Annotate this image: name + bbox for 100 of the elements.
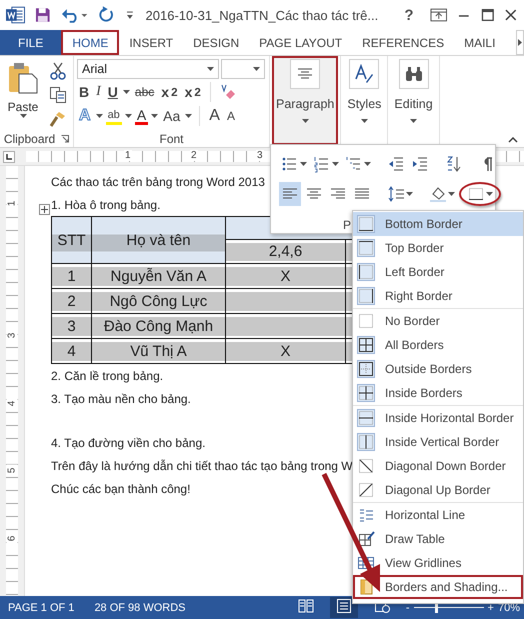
table-cell: X bbox=[226, 338, 346, 364]
table-cell: X bbox=[226, 264, 346, 288]
format-button[interactable]: I bbox=[94, 82, 103, 102]
redo-icon[interactable] bbox=[98, 6, 116, 24]
group-label: Clipboard bbox=[4, 132, 56, 146]
dialog-launcher-icon[interactable] bbox=[61, 135, 70, 143]
decrease-indent-icon bbox=[387, 155, 405, 173]
page-count[interactable]: PAGE 1 OF 1 bbox=[8, 602, 74, 614]
table-header-cell: 2,4,6 bbox=[226, 240, 346, 264]
format-button[interactable]: B bbox=[77, 82, 92, 102]
paragraph-button[interactable] bbox=[279, 182, 301, 206]
format-button[interactable]: A bbox=[224, 106, 237, 126]
zoom-in-button[interactable]: + bbox=[488, 602, 494, 614]
ribbon-tab[interactable]: MAILI bbox=[454, 30, 498, 55]
font-name-field[interactable]: Arial bbox=[77, 59, 219, 79]
copy-icon[interactable] bbox=[49, 86, 67, 104]
format-button[interactable]: A bbox=[207, 106, 222, 126]
border-icon bbox=[357, 239, 375, 257]
font-size-field[interactable] bbox=[221, 59, 265, 79]
border-icon bbox=[357, 433, 375, 451]
table-cell: 4 bbox=[52, 338, 92, 364]
numbered-list-icon bbox=[313, 155, 331, 173]
menu-item[interactable]: All Borders bbox=[353, 333, 523, 357]
ribbon-group-button[interactable]: Styles bbox=[343, 56, 386, 145]
border-icon bbox=[357, 481, 375, 499]
ribbon-tab[interactable]: INSERT bbox=[119, 30, 184, 55]
paragraph-text: 1. Hòa ô trong bảng. bbox=[51, 198, 160, 212]
ribbon-tab[interactable]: PAGE LAYOUT bbox=[249, 30, 352, 55]
caret-icon bbox=[410, 119, 418, 123]
menu-item[interactable]: Draw Table bbox=[353, 527, 523, 551]
ribbon-tab[interactable]: REFERENCES bbox=[352, 30, 454, 55]
menu-item[interactable]: Left Border bbox=[353, 260, 523, 284]
ribbon-tab[interactable]: DESIGN bbox=[183, 30, 250, 55]
paragraph-text: Chúc các bạn thành công! bbox=[51, 482, 190, 496]
caret-icon bbox=[207, 67, 214, 71]
border-icon bbox=[357, 384, 375, 402]
menu-item[interactable]: Diagonal Up Border bbox=[353, 478, 523, 503]
border-icon bbox=[357, 360, 375, 378]
paint-bucket-icon bbox=[429, 185, 447, 203]
group-label: P bbox=[343, 218, 352, 232]
menu-item[interactable]: View Gridlines bbox=[353, 551, 523, 575]
bullet-list-icon bbox=[281, 155, 299, 173]
scissors-icon[interactable] bbox=[49, 62, 67, 80]
border-icon bbox=[357, 457, 375, 475]
align-center-icon bbox=[297, 68, 314, 80]
table-cell: 1 bbox=[52, 264, 92, 288]
menu-item[interactable]: Diagonal Down Border bbox=[353, 454, 523, 478]
table-cell: Vũ Thị A bbox=[92, 338, 226, 364]
format-button[interactable]: abc bbox=[132, 82, 156, 102]
menu-item[interactable]: Inside Borders bbox=[353, 381, 523, 406]
ribbon-tab[interactable]: HOME bbox=[61, 30, 120, 55]
ribbon-display-icon[interactable] bbox=[430, 8, 448, 22]
table-cell: Đào Công Mạnh bbox=[92, 314, 226, 338]
undo-icon[interactable] bbox=[61, 7, 88, 23]
table-cell: 3 bbox=[52, 314, 92, 338]
format-button[interactable]: U bbox=[106, 82, 120, 102]
caret-icon bbox=[253, 67, 260, 71]
line-spacing-icon bbox=[387, 185, 405, 203]
paintbrush-icon[interactable] bbox=[49, 110, 67, 128]
format-button[interactable]: A bbox=[134, 107, 148, 125]
help-button[interactable]: ? bbox=[398, 6, 420, 24]
ribbon-group-button[interactable]: Editing bbox=[390, 56, 437, 145]
menu-item[interactable]: Bottom Border bbox=[353, 212, 523, 236]
menu-item[interactable]: No Border bbox=[353, 309, 523, 333]
paragraph-text: 3. Tạo màu nền cho bảng. bbox=[51, 392, 191, 406]
window-title: 2016-10-31_NgaTTN_Các thao tác trê... bbox=[146, 8, 378, 22]
maximize-icon[interactable] bbox=[480, 8, 494, 22]
scroll-right-button[interactable] bbox=[516, 30, 524, 55]
format-button[interactable]: Aa bbox=[161, 106, 182, 126]
tab-stop-icon[interactable] bbox=[3, 150, 15, 162]
paste-button[interactable]: Paste bbox=[3, 58, 43, 128]
read-mode-icon[interactable] bbox=[298, 599, 314, 613]
menu-item[interactable]: Outside Borders bbox=[353, 357, 523, 381]
border-icon bbox=[357, 312, 375, 330]
paragraph-button[interactable] bbox=[459, 182, 501, 206]
menu-item[interactable]: Top Border bbox=[353, 236, 523, 260]
table-cell: 2 bbox=[52, 288, 92, 314]
menu-item[interactable]: Horizontal Line bbox=[353, 503, 523, 527]
format-button[interactable]: ab bbox=[106, 107, 122, 125]
menu-item[interactable]: Right Border bbox=[353, 284, 523, 309]
table-cell: Nguyễn Văn A bbox=[92, 264, 226, 288]
ribbon-tab[interactable]: FILE bbox=[0, 30, 62, 55]
zoom-out-button[interactable]: - bbox=[406, 602, 410, 614]
caret-icon bbox=[360, 119, 368, 123]
word-logo-icon[interactable] bbox=[6, 6, 26, 24]
table-move-handle-icon[interactable] bbox=[39, 204, 50, 215]
styles-icon bbox=[354, 64, 374, 84]
format-button[interactable]: A bbox=[77, 106, 93, 126]
paragraph-text: Các thao tác trên bảng trong Word 2013 bbox=[51, 174, 265, 188]
close-icon[interactable] bbox=[504, 8, 518, 22]
save-icon[interactable] bbox=[35, 7, 52, 23]
binoculars-icon bbox=[404, 66, 423, 82]
menu-item[interactable]: Inside Horizontal Border bbox=[353, 406, 523, 430]
collapse-ribbon-icon[interactable] bbox=[508, 137, 518, 143]
customize-toolbar-icon[interactable] bbox=[126, 10, 134, 20]
menu-item[interactable]: Borders and Shading... bbox=[353, 575, 523, 599]
word-count[interactable]: 28 OF 98 WORDS bbox=[94, 602, 186, 614]
menu-item[interactable]: Inside Vertical Border bbox=[353, 430, 523, 454]
ribbon-group-button[interactable]: Paragraph bbox=[272, 56, 338, 145]
print-layout-icon[interactable] bbox=[336, 599, 352, 613]
